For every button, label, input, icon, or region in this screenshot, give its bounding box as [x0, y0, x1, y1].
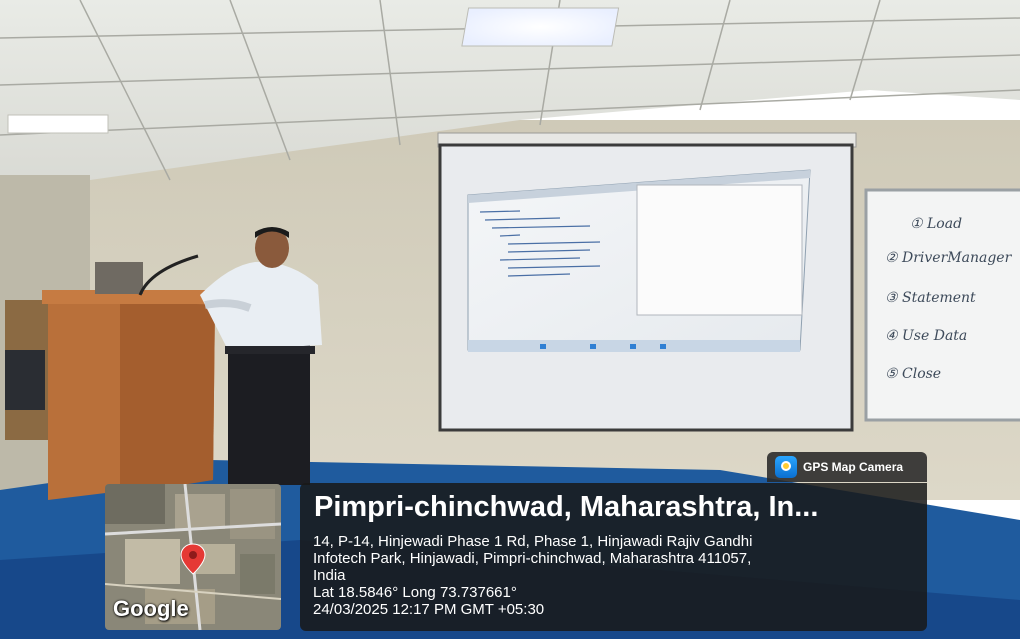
svg-text:② DriverManager: ② DriverManager	[885, 250, 1013, 266]
timestamp: 24/03/2025 12:17 PM GMT +05:30	[313, 601, 545, 618]
svg-text:③ Statement: ③ Statement	[885, 290, 976, 306]
ceiling-light	[461, 7, 620, 47]
location-title: Pimpri-chinchwad, Maharashtra, In...	[314, 491, 819, 523]
svg-text:⑤ Close: ⑤ Close	[885, 366, 941, 382]
console-panel	[636, 184, 803, 316]
map-thumbnail: Google	[105, 484, 281, 630]
laptop	[95, 262, 143, 294]
address-line-2: Infotech Park, Hinjawadi, Pimpri-chinchw…	[313, 550, 752, 567]
svg-text:④ Use Data: ④ Use Data	[885, 328, 967, 344]
google-logo: Google	[113, 596, 189, 621]
address-line-3: India	[313, 567, 346, 584]
gps-app-badge: GPS Map Camera	[767, 452, 927, 482]
address-line-1: 14, P-14, Hinjewadi Phase 1 Rd, Phase 1,…	[313, 533, 753, 550]
coordinates: Lat 18.5846° Long 73.737661°	[313, 584, 517, 601]
computer-monitor	[5, 350, 45, 410]
gps-map-camera-app-icon	[775, 456, 797, 478]
ceiling-light-left	[7, 114, 109, 134]
photo-scene: ① Load ② DriverManager ③ Statement ④ Use…	[0, 0, 1020, 639]
location-stamp: Pimpri-chinchwad, Maharashtra, In... 14,…	[300, 483, 927, 631]
app-name: GPS Map Camera	[803, 460, 904, 474]
svg-text:① Load: ① Load	[910, 216, 962, 232]
